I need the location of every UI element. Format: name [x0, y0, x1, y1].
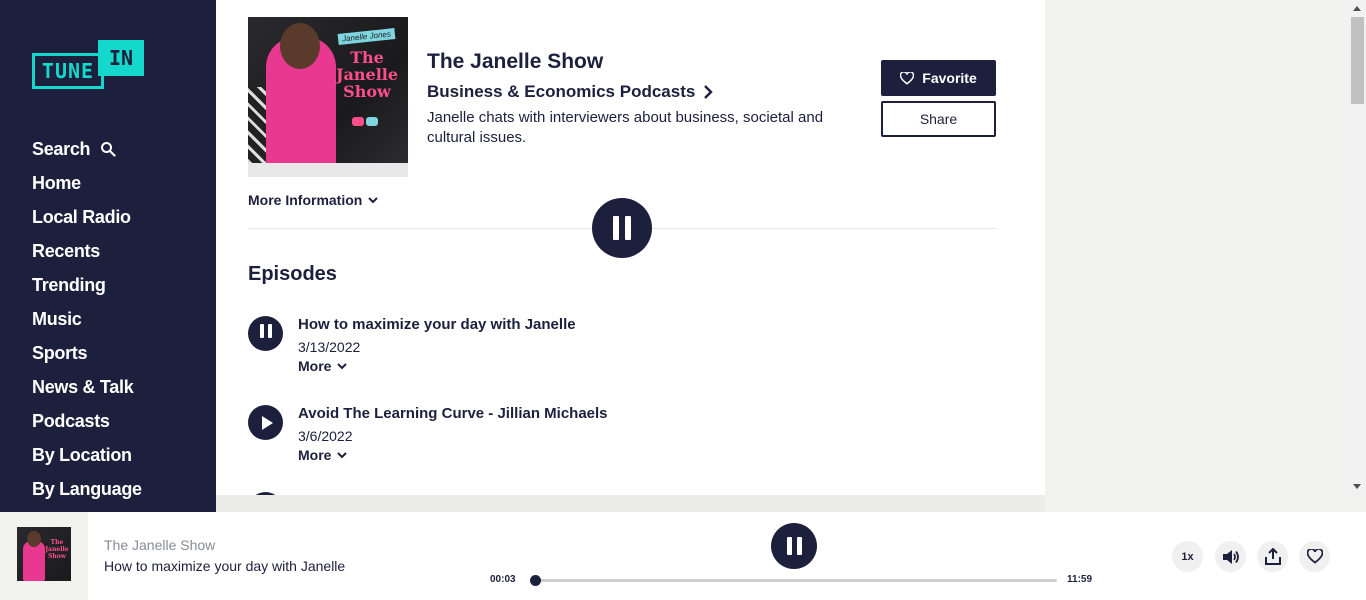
- favorite-episode-button[interactable]: [1299, 541, 1330, 572]
- sidebar: TUNE IN Search Home Local Radio Recents …: [0, 0, 216, 512]
- chevron-down-icon: [337, 362, 348, 369]
- sidebar-item-home[interactable]: Home: [32, 166, 142, 200]
- playback-speed-button[interactable]: 1x: [1172, 541, 1203, 572]
- chevron-down-icon: [368, 196, 379, 203]
- sidebar-item-label: Search: [32, 138, 91, 159]
- progress-knob[interactable]: [530, 575, 542, 586]
- right-ad-area: [1045, 0, 1349, 495]
- episode-more-label: More: [298, 447, 332, 463]
- episode-title[interactable]: Avoid The Learning Curve - Jillian Micha…: [298, 405, 608, 422]
- chevron-down-icon: [337, 451, 348, 458]
- main-pause-button[interactable]: [592, 198, 652, 258]
- thumbnail-title: The Janelle Show: [45, 539, 69, 560]
- chevron-right-icon: [704, 85, 714, 99]
- sidebar-item-by-location[interactable]: By Location: [32, 438, 142, 472]
- episode-date: 3/6/2022: [298, 428, 353, 444]
- vertical-scrollbar[interactable]: [1349, 0, 1366, 495]
- scroll-down-arrow-icon[interactable]: [1353, 484, 1361, 489]
- volume-button[interactable]: [1215, 541, 1246, 572]
- sidebar-item-podcasts[interactable]: Podcasts: [32, 404, 142, 438]
- pause-icon: [258, 324, 274, 343]
- episode-more-label: More: [298, 358, 332, 374]
- favorite-label: Favorite: [922, 70, 977, 86]
- heart-icon: [900, 71, 915, 85]
- favorite-button[interactable]: Favorite: [881, 60, 996, 96]
- episode-item: How to maximize your day with Janelle 3/…: [248, 316, 948, 386]
- now-playing-show[interactable]: The Janelle Show: [104, 537, 215, 553]
- player-pause-button[interactable]: [771, 523, 817, 569]
- episode-item: Avoid The Learning Curve - Jillian Micha…: [248, 405, 948, 475]
- episodes-heading: Episodes: [248, 263, 337, 285]
- share-button[interactable]: Share: [881, 101, 996, 137]
- sidebar-item-recents[interactable]: Recents: [32, 234, 142, 268]
- sidebar-item-trending[interactable]: Trending: [32, 268, 142, 302]
- category-link[interactable]: Business & Economics Podcasts: [427, 82, 714, 102]
- search-icon: [101, 142, 116, 157]
- sidebar-item-music[interactable]: Music: [32, 302, 142, 336]
- share-episode-button[interactable]: [1257, 541, 1288, 572]
- cover-title: The Janelle Show: [335, 48, 399, 101]
- sidebar-nav: Search Home Local Radio Recents Trending…: [32, 132, 142, 506]
- scrollbar-thumb[interactable]: [1351, 17, 1364, 104]
- heart-icon: [1306, 549, 1323, 564]
- elapsed-time: 00:03: [490, 574, 516, 585]
- more-information-label: More Information: [248, 192, 363, 208]
- sidebar-item-search[interactable]: Search: [32, 132, 142, 166]
- now-playing-thumbnail: The Janelle Show: [17, 527, 71, 581]
- progress-track[interactable]: [530, 575, 1057, 586]
- scroll-up-arrow-icon[interactable]: [1353, 6, 1361, 11]
- volume-icon: [1222, 549, 1239, 564]
- sidebar-item-local-radio[interactable]: Local Radio: [32, 200, 142, 234]
- main-content: Janelle Jones The Janelle Show The Janel…: [216, 0, 1045, 495]
- episode-date: 3/13/2022: [298, 339, 361, 355]
- sidebar-item-news-talk[interactable]: News & Talk: [32, 370, 142, 404]
- thumbnail-head: [27, 531, 41, 547]
- episode-play-button[interactable]: [248, 405, 283, 440]
- cover-head: [280, 23, 320, 69]
- show-description: Janelle chats with interviewers about bu…: [427, 109, 824, 146]
- episode-title[interactable]: How to maximize your day with Janelle: [298, 316, 576, 333]
- thumbnail-person: [23, 541, 45, 581]
- category-label: Business & Economics Podcasts: [427, 82, 696, 101]
- duration-time: 11:59: [1067, 574, 1093, 585]
- logo-tune: TUNE: [32, 53, 104, 89]
- episode-pause-button[interactable]: [248, 316, 283, 351]
- logo-in: IN: [98, 40, 144, 76]
- sidebar-item-sports[interactable]: Sports: [32, 336, 142, 370]
- now-playing-episode[interactable]: How to maximize your day with Janelle: [104, 558, 345, 574]
- content-footer-strip: [216, 495, 1045, 512]
- share-icon: [1264, 548, 1281, 565]
- show-cover-art: Janelle Jones The Janelle Show: [248, 17, 408, 177]
- show-title: The Janelle Show: [427, 50, 604, 73]
- now-playing-bar: The Janelle Show The Janelle Show How to…: [0, 512, 1366, 600]
- cover-tag: Janelle Jones: [337, 28, 396, 45]
- play-icon: [261, 415, 273, 430]
- now-playing-art[interactable]: The Janelle Show: [0, 512, 88, 600]
- episode-more-toggle[interactable]: More: [298, 447, 348, 463]
- cover-stripe: [248, 163, 408, 177]
- sidebar-item-by-language[interactable]: By Language: [32, 472, 142, 506]
- tunein-logo[interactable]: TUNE IN: [32, 40, 144, 90]
- speech-bubbles-icon: [352, 113, 382, 127]
- episode-more-toggle[interactable]: More: [298, 358, 348, 374]
- more-information-toggle[interactable]: More Information: [248, 192, 379, 208]
